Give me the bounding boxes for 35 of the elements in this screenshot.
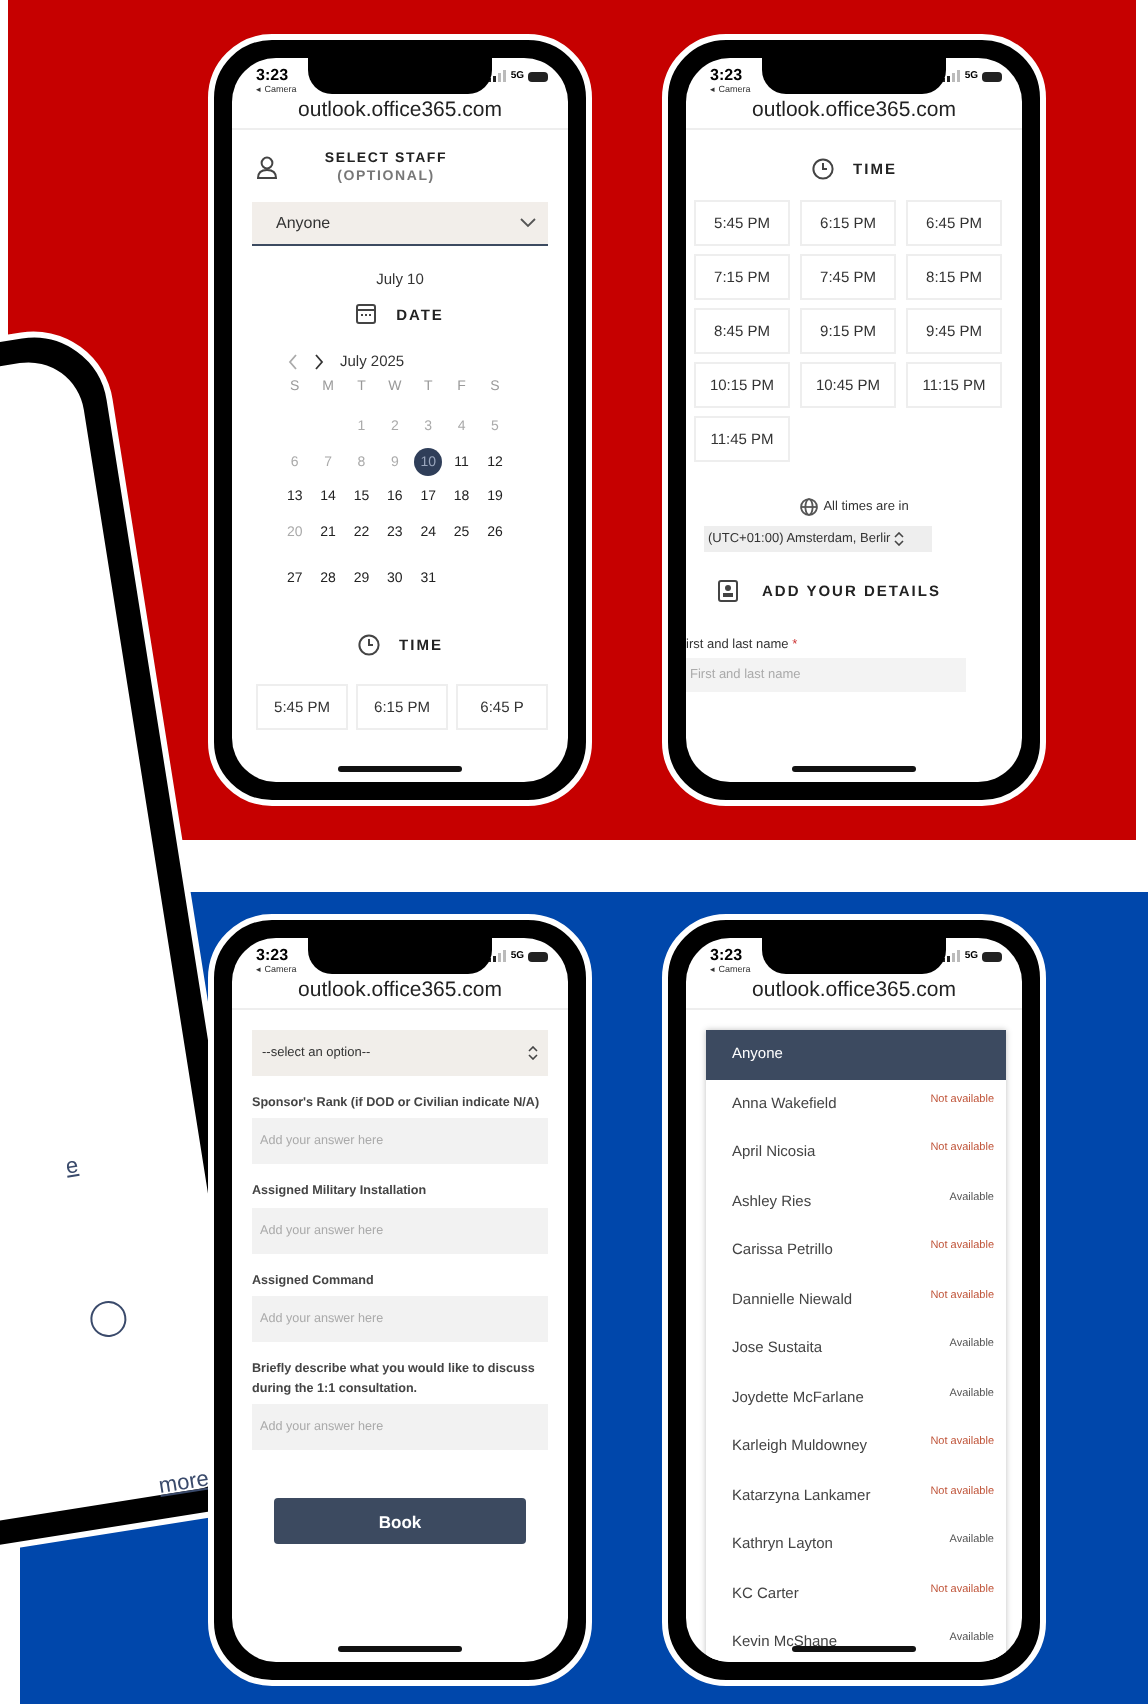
- home-indicator: [338, 1646, 462, 1652]
- battery-icon: [982, 951, 1002, 961]
- signal-icon: [942, 70, 961, 82]
- status-time: 3:23: [710, 948, 745, 964]
- address-bar[interactable]: outlook.office365.com: [232, 96, 568, 130]
- status-time: 3:23: [256, 68, 291, 84]
- clock-icon: [357, 633, 380, 656]
- battery-icon: [982, 71, 1002, 81]
- battery-icon: [528, 951, 548, 961]
- battery-icon: [528, 71, 548, 81]
- calendar-icon: [356, 304, 377, 325]
- more-link[interactable]: more: [157, 1467, 211, 1499]
- radio-circle-icon: [87, 1298, 129, 1340]
- globe-icon: [799, 498, 818, 516]
- book-button[interactable]: Book: [274, 1498, 526, 1545]
- next-month-button[interactable]: [314, 353, 324, 370]
- up-down-caret-icon: [894, 532, 905, 546]
- status-time: 3:23: [710, 68, 745, 84]
- address-bar[interactable]: outlook.office365.com: [232, 976, 568, 1010]
- person-icon: [256, 156, 278, 181]
- address-bar[interactable]: outlook.office365.com: [686, 976, 1022, 1010]
- clock-icon: [811, 158, 834, 180]
- address-bar[interactable]: outlook.office365.com: [686, 96, 1022, 130]
- home-indicator: [338, 766, 462, 772]
- signal-icon: [488, 70, 507, 82]
- home-indicator: [792, 766, 916, 772]
- home-indicator: [792, 1646, 916, 1652]
- link-fragment[interactable]: e: [64, 1154, 80, 1180]
- up-down-caret-icon: [528, 1046, 538, 1060]
- signal-icon: [488, 950, 507, 962]
- staff-dropdown[interactable]: Anyone: [252, 202, 548, 247]
- chevron-down-icon: [520, 218, 536, 229]
- status-time: 3:23: [256, 948, 291, 964]
- signal-icon: [942, 950, 961, 962]
- contact-card-icon: [718, 580, 738, 603]
